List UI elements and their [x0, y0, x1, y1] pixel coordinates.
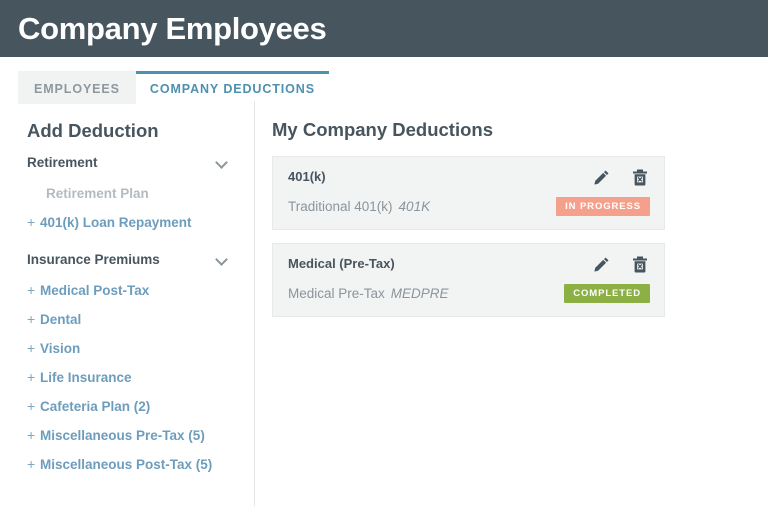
sidebar-item-miscellaneous-post-tax[interactable]: + Miscellaneous Post-Tax (5): [27, 450, 254, 479]
sidebar-item-life-insurance[interactable]: + Life Insurance: [27, 363, 254, 392]
content-area: Add Deduction Retirement Retirement Plan…: [0, 101, 768, 506]
sidebar-group-retirement-label: Retirement: [27, 154, 98, 170]
page-title: Company Employees: [18, 11, 327, 46]
deduction-card[interactable]: 401(k) Traditional 401(k) 401K IN PROGRE…: [272, 155, 665, 230]
deduction-description-text: Medical Pre-Tax: [288, 286, 385, 301]
sidebar-item-miscellaneous-post-tax-label: Miscellaneous Post-Tax (5): [40, 456, 213, 472]
tab-company-deductions-label: COMPANY DEDUCTIONS: [149, 82, 315, 96]
plus-icon: +: [27, 397, 36, 414]
deduction-name: Medical (Pre-Tax): [288, 255, 395, 271]
card-actions: [593, 256, 648, 273]
sidebar-item-dental-label: Dental: [40, 311, 82, 327]
tab-bar: EMPLOYEES COMPANY DEDUCTIONS: [0, 57, 768, 104]
card-actions: [593, 169, 648, 186]
chevron-down-icon: [217, 254, 228, 265]
tab-employees[interactable]: EMPLOYEES: [18, 71, 136, 104]
card-detail-row: Traditional 401(k) 401K IN PROGRESS: [288, 197, 650, 217]
tab-company-deductions[interactable]: COMPANY DEDUCTIONS: [135, 71, 329, 104]
status-badge: IN PROGRESS: [556, 197, 650, 216]
plus-icon: +: [27, 455, 36, 472]
plus-icon: +: [27, 310, 36, 327]
chevron-down-icon: [217, 157, 228, 168]
sidebar-item-retirement-plan: Retirement Plan: [27, 179, 254, 208]
tab-employees-label: EMPLOYEES: [34, 82, 120, 96]
deduction-name: 401(k): [288, 168, 326, 184]
sidebar-group-insurance-premiums[interactable]: Insurance Premiums: [27, 252, 237, 267]
sidebar-item-cafeteria-plan-label: Cafeteria Plan (2): [40, 398, 151, 414]
plus-icon: +: [27, 213, 36, 230]
plus-icon: +: [27, 426, 36, 443]
trash-icon[interactable]: [632, 256, 648, 273]
plus-icon: +: [27, 339, 36, 356]
deduction-card[interactable]: Medical (Pre-Tax) Medical Pre-Tax MEDPRE…: [272, 242, 665, 317]
sidebar-item-medical-post-tax-label: Medical Post-Tax: [40, 282, 150, 298]
sidebar-item-miscellaneous-pre-tax-label: Miscellaneous Pre-Tax (5): [40, 427, 205, 443]
deduction-description: Traditional 401(k) 401K: [288, 199, 430, 214]
card-header-row: 401(k): [288, 169, 650, 190]
my-company-deductions-heading: My Company Deductions: [272, 119, 493, 140]
sidebar-group-insurance-premiums-label: Insurance Premiums: [27, 251, 160, 267]
sidebar-item-cafeteria-plan[interactable]: + Cafeteria Plan (2): [27, 392, 254, 421]
pencil-icon[interactable]: [593, 169, 610, 186]
card-header-row: Medical (Pre-Tax): [288, 256, 650, 277]
status-badge: COMPLETED: [564, 284, 650, 303]
sidebar-item-life-insurance-label: Life Insurance: [40, 369, 132, 385]
card-detail-row: Medical Pre-Tax MEDPRE COMPLETED: [288, 284, 650, 304]
deduction-code: MEDPRE: [390, 286, 449, 301]
deduction-description: Medical Pre-Tax MEDPRE: [288, 286, 449, 301]
main-panel: My Company Deductions 401(k) Traditional…: [255, 101, 768, 506]
sidebar-item-vision[interactable]: + Vision: [27, 334, 254, 363]
sidebar-group-retirement[interactable]: Retirement: [27, 155, 237, 170]
app-header: Company Employees: [0, 0, 768, 57]
sidebar-item-401k-loan-repayment[interactable]: + 401(k) Loan Repayment: [27, 208, 254, 237]
sidebar-item-vision-label: Vision: [40, 340, 81, 356]
sidebar-item-miscellaneous-pre-tax[interactable]: + Miscellaneous Pre-Tax (5): [27, 421, 254, 450]
sidebar-item-401k-loan-repayment-label: 401(k) Loan Repayment: [40, 214, 192, 230]
plus-icon: +: [27, 281, 36, 298]
trash-icon[interactable]: [632, 169, 648, 186]
sidebar-item-medical-post-tax[interactable]: + Medical Post-Tax: [27, 276, 254, 305]
plus-icon: +: [27, 368, 36, 385]
sidebar-item-retirement-plan-label: Retirement Plan: [46, 185, 149, 201]
pencil-icon[interactable]: [593, 256, 610, 273]
sidebar: Add Deduction Retirement Retirement Plan…: [0, 101, 255, 506]
sidebar-item-dental[interactable]: + Dental: [27, 305, 254, 334]
add-deduction-heading: Add Deduction: [27, 120, 159, 141]
deduction-description-text: Traditional 401(k): [288, 199, 393, 214]
deduction-code: 401K: [398, 199, 431, 214]
